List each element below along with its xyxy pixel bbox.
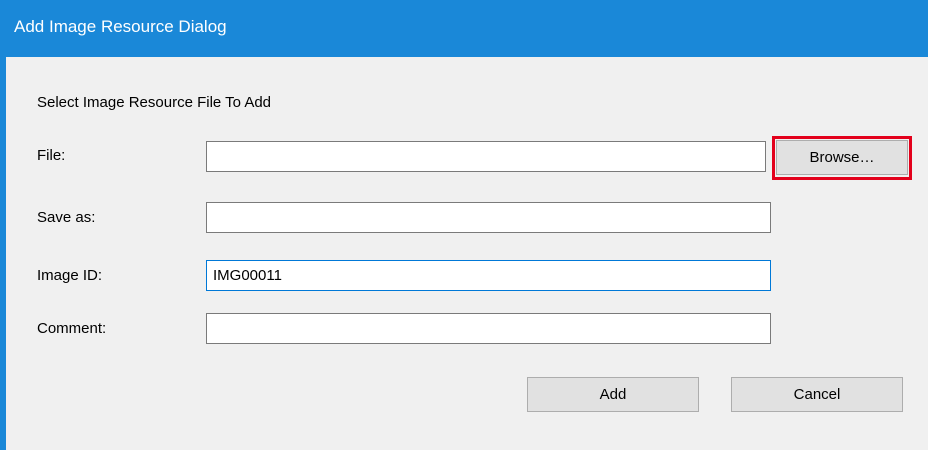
comment-label: Comment: <box>37 320 107 337</box>
browse-button[interactable]: Browse… <box>776 140 908 175</box>
file-label: File: <box>37 147 66 164</box>
save-as-label: Save as: <box>37 209 96 226</box>
save-as-input[interactable] <box>206 202 771 233</box>
file-input[interactable] <box>206 141 766 172</box>
add-button[interactable]: Add <box>527 377 699 412</box>
window-title: Add Image Resource Dialog <box>14 17 227 36</box>
image-id-label: Image ID: <box>37 267 103 284</box>
image-id-input[interactable] <box>206 260 771 291</box>
add-image-resource-dialog: Add Image Resource Dialog Select Image R… <box>0 0 928 450</box>
instruction-text: Select Image Resource File To Add <box>37 94 272 111</box>
cancel-button[interactable]: Cancel <box>731 377 903 412</box>
title-bar[interactable]: Add Image Resource Dialog <box>0 0 928 57</box>
comment-input[interactable] <box>206 313 771 344</box>
